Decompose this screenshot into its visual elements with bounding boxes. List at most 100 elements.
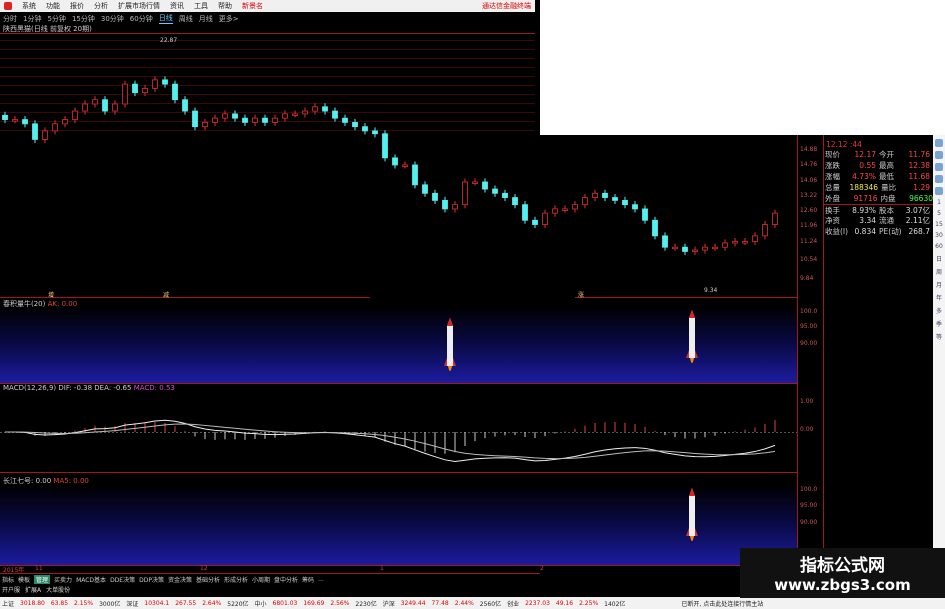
info-key: 外盘	[825, 194, 840, 203]
panel4-background	[0, 485, 797, 565]
info-key: 换手	[825, 205, 840, 215]
candle-up	[292, 113, 298, 116]
index-name[interactable]: 创业	[507, 599, 519, 608]
candle-down	[2, 114, 8, 120]
candle-down	[192, 110, 198, 128]
indicator-tabs: 指标 模板 管理 买卖力 MACD基本 DDE决策 DDP决策 资金决策 基础分析 形成分析 小周期…	[0, 574, 540, 584]
indicator-tab[interactable]: DDE决策	[110, 575, 135, 584]
toolbar-period-button[interactable]: 1	[937, 199, 941, 206]
macd-scale-label: 0.00	[800, 426, 814, 433]
indicator-tab[interactable]: 形成分析	[224, 575, 248, 584]
indicator-tab[interactable]: 基础分析	[196, 575, 220, 584]
candle-up	[692, 249, 698, 252]
index-c: 169.69	[303, 599, 325, 607]
panel2-value: AK: 0.00	[47, 300, 78, 308]
indicator-tab[interactable]: 管理	[34, 574, 51, 584]
macd-dea-line	[5, 423, 776, 460]
panel2-scale-label: 90.00	[800, 340, 818, 347]
index-amt: 5220亿	[227, 600, 249, 608]
indicator-tab[interactable]: DDP决策	[139, 575, 164, 584]
sub-tab[interactable]: 大单股份	[46, 585, 70, 595]
toolbar-period-button[interactable]: 月	[936, 280, 942, 289]
indicator-tab[interactable]: 小周期	[252, 575, 270, 584]
indicator-tab[interactable]: MACD基本	[76, 575, 106, 584]
candle-up	[672, 246, 678, 250]
date-year: 2015年	[3, 567, 25, 574]
panel2-scale-label: 95.00	[800, 323, 818, 330]
toolbar-period-button[interactable]: 等	[936, 332, 942, 341]
chart-canvas[interactable]	[0, 0, 945, 609]
toolbar-icon[interactable]	[935, 151, 943, 159]
toolbar-period-button[interactable]: 5	[937, 210, 941, 217]
toolbar-icon[interactable]	[935, 175, 943, 183]
panel4-scale-label: 100.0	[800, 486, 818, 493]
indicator-tab[interactable]: ...	[318, 576, 324, 583]
macd-dea: DEA: -0.65	[94, 384, 132, 392]
info-key: 净资	[825, 216, 840, 225]
candle-up	[112, 103, 118, 112]
toolbar-period-button[interactable]: 季	[936, 319, 942, 328]
toolbar-period-button[interactable]: 多	[936, 306, 942, 315]
info-value: 11.68	[908, 172, 930, 181]
sub-tab[interactable]: 扩展A	[25, 585, 41, 595]
sub-tab[interactable]: 开户服	[2, 585, 20, 595]
candle-down	[372, 130, 378, 135]
macd-label: MACD(12,26,9) DIF: -0.38 DEA: -0.65 MACD…	[3, 384, 175, 392]
toolbar-period-button[interactable]: 日	[936, 254, 942, 263]
marker-1: 增	[48, 292, 55, 299]
candle-up	[582, 197, 588, 206]
info-value: 0.834	[854, 227, 876, 236]
quote-info-panel: 12.12 :44 现价 12.17 今开 11.76 涨跌 0.55 最高 12.38 涨幅 4…	[823, 140, 933, 255]
toolbar-period-button[interactable]: 年	[936, 293, 942, 302]
candle-down	[132, 83, 138, 94]
candle-up	[272, 117, 278, 123]
candle-down	[532, 219, 538, 225]
indicator-tab[interactable]: 筹码	[302, 575, 314, 584]
index-v: 3249.44	[400, 599, 426, 607]
indicator-tab[interactable]: 盘中分析	[274, 575, 298, 584]
candle-down	[262, 117, 268, 123]
toolbar-period-button[interactable]: 周	[936, 267, 942, 276]
info-key: 内盘	[880, 194, 896, 203]
info-row: 现价 12.17 今开 11.76	[823, 149, 933, 160]
toolbar-icon[interactable]	[935, 187, 943, 195]
index-c: 49.16	[555, 599, 574, 607]
info-key: 流通	[879, 216, 894, 225]
candle-up	[732, 241, 738, 244]
info-row: 外盘 91716 内盘 96630	[823, 193, 933, 204]
macd-name: MACD(12,26,9)	[3, 384, 57, 392]
candle-up	[312, 106, 318, 112]
toolbar-period-button[interactable]: 30	[935, 232, 943, 239]
panel4-value: MA5: 0.00	[53, 477, 89, 485]
toolbar-icon[interactable]	[935, 163, 943, 171]
toolbar-period-button[interactable]: 60	[935, 243, 943, 250]
indicator-tab[interactable]: 资金决策	[168, 575, 192, 584]
index-name[interactable]: 中小	[255, 599, 267, 608]
right-toolbar: 1 5 15 30 60 日周月年多季等	[933, 135, 945, 597]
candle-up	[202, 122, 208, 128]
indicator-tab[interactable]: 买卖力	[54, 575, 72, 584]
panel4-label: 长江七号: 0.00 MA5: 0.00	[3, 476, 89, 486]
indicator-tab[interactable]: 模板	[18, 575, 30, 584]
status-bar: 上证 3018.80 63.85 2.15% 3000亿 深证 10304.1 267.55 2…	[0, 597, 945, 609]
candle-up	[462, 181, 468, 206]
candle-down	[492, 188, 498, 194]
toolbar-period-button[interactable]: 15	[935, 221, 943, 228]
candle-down	[652, 219, 658, 237]
candle-down	[632, 204, 638, 210]
info-value: 4.73%	[852, 172, 876, 181]
connection-status[interactable]: 已断开, 点击此处连接行情主站	[681, 599, 763, 608]
index-name[interactable]: 沪深	[383, 599, 395, 608]
index-v: 3018.80	[20, 599, 45, 607]
marker-3: 涨	[578, 292, 585, 299]
index-name[interactable]: 深证	[126, 599, 138, 608]
index-p: 2.44%	[454, 599, 474, 607]
toolbar-icon[interactable]	[935, 139, 943, 147]
info-key: 涨跌	[825, 161, 840, 170]
date-tick: 2	[540, 565, 544, 572]
indicator-tab[interactable]: 指标	[2, 575, 14, 584]
index-c: 267.55	[175, 599, 197, 607]
candle-down	[352, 122, 358, 128]
candle-up	[92, 99, 98, 105]
index-name[interactable]: 上证	[2, 599, 14, 608]
